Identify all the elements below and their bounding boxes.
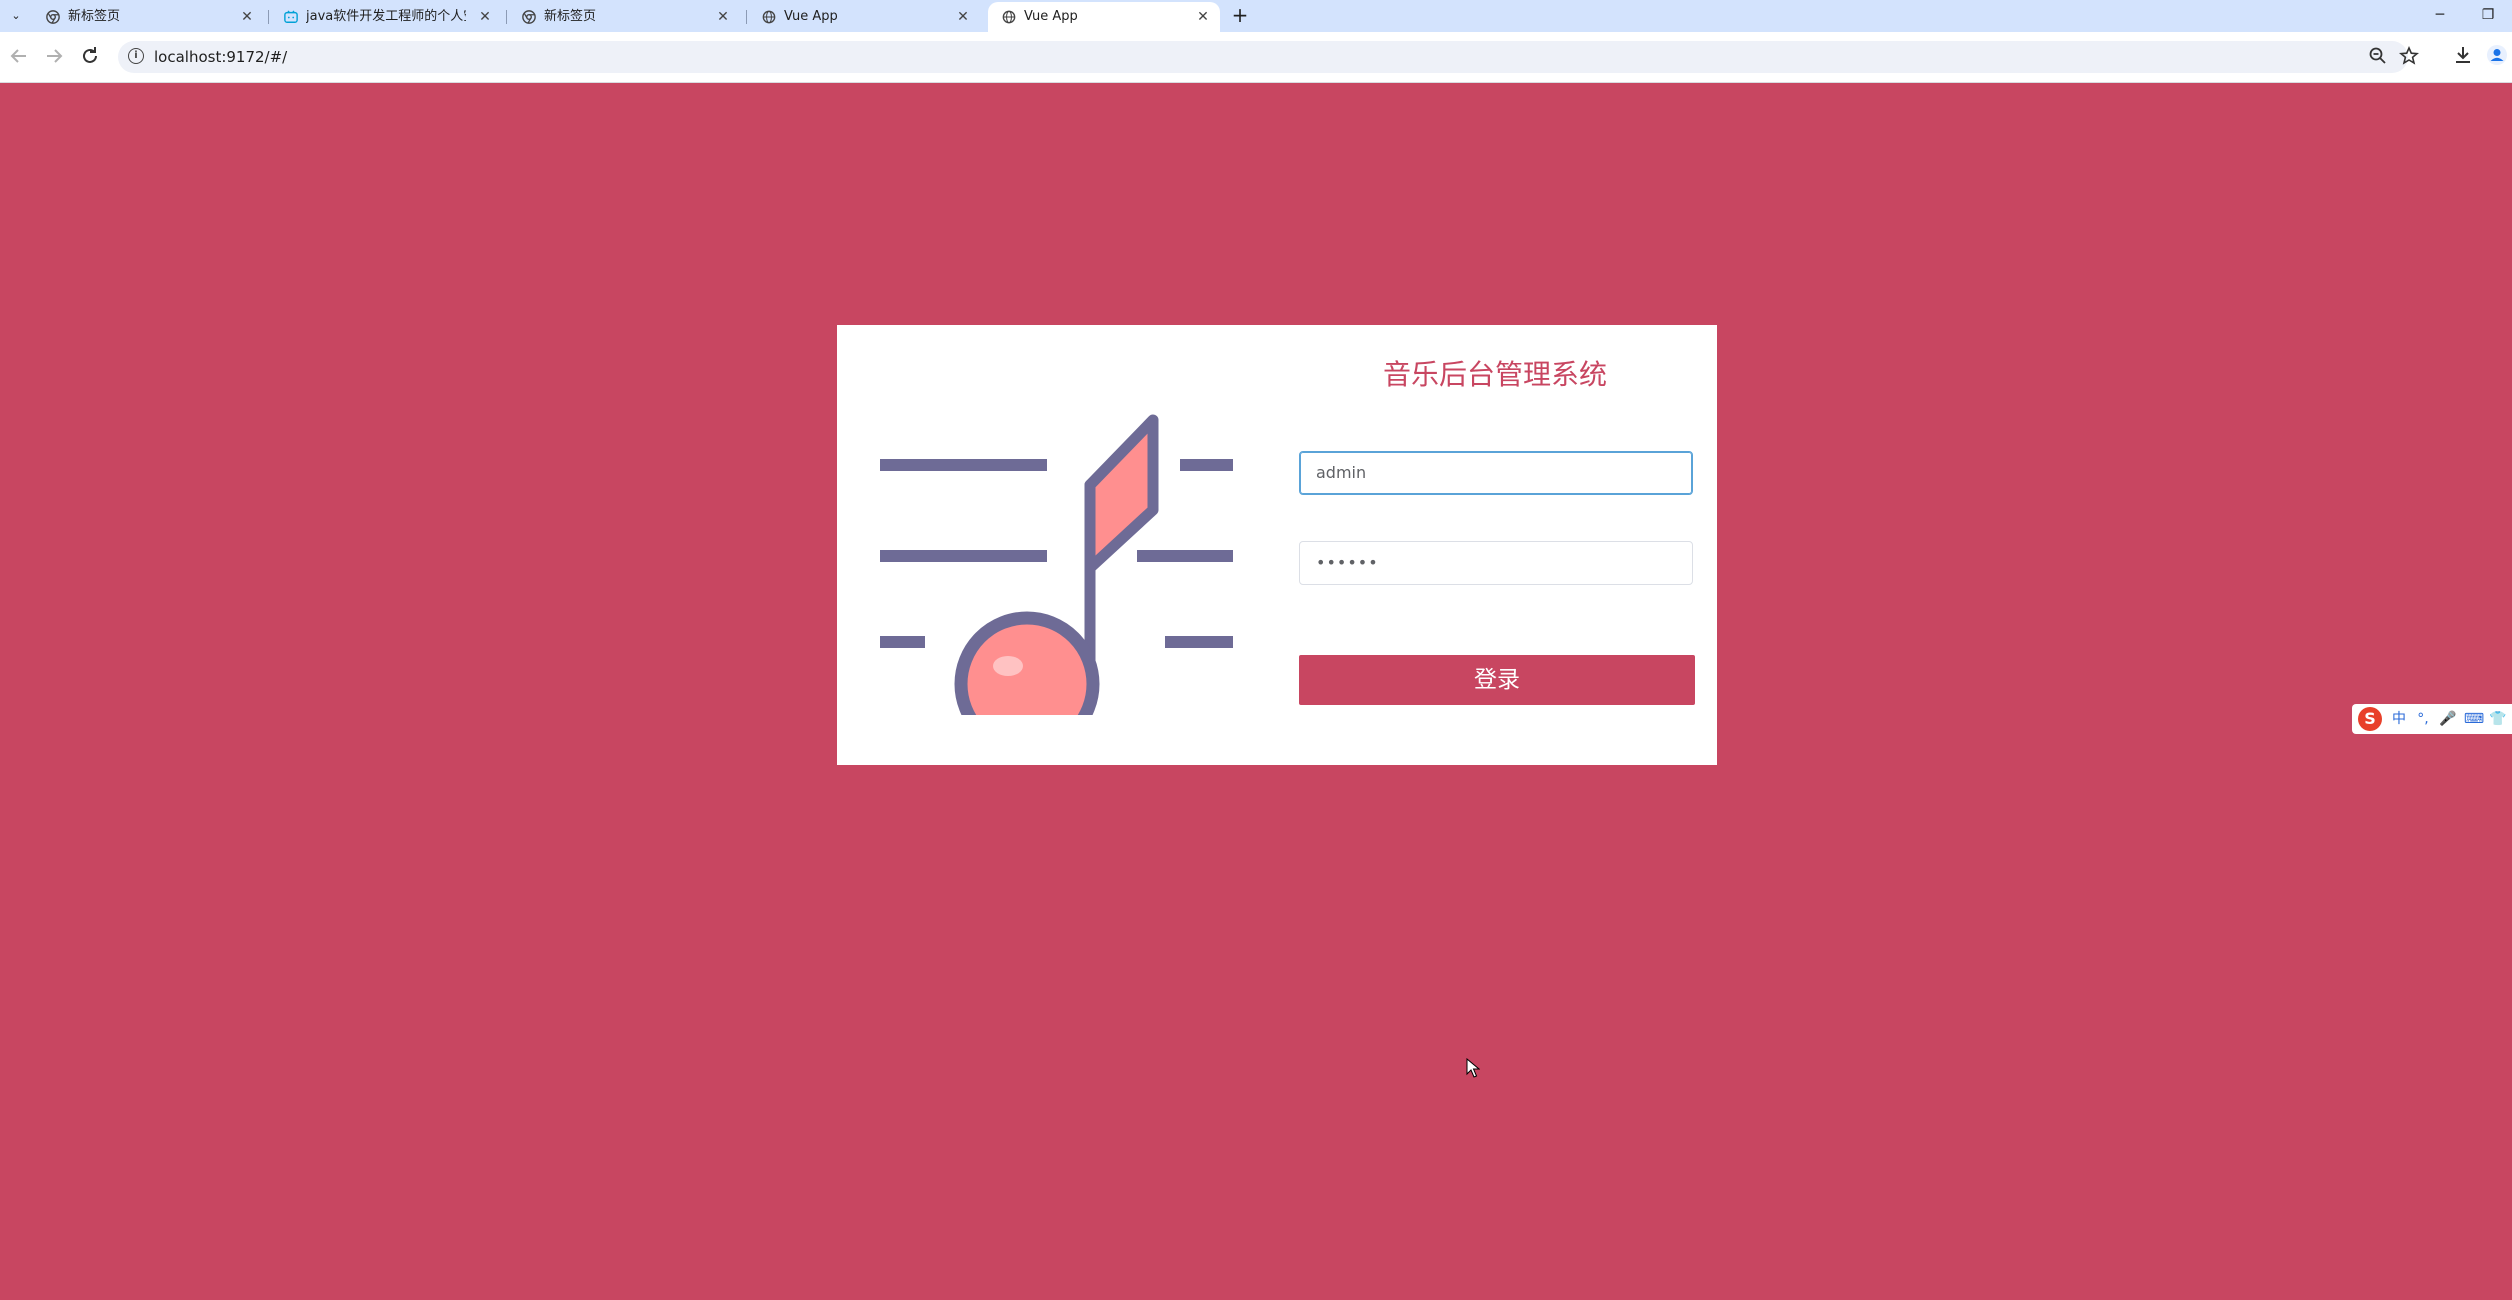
page-title: 音乐后台管理系统 bbox=[1382, 358, 1607, 391]
tab-separator bbox=[746, 10, 747, 24]
tab-1[interactable]: 新标签页 ✕ bbox=[32, 2, 264, 32]
login-button[interactable]: 登录 bbox=[1299, 655, 1695, 705]
close-tab-icon[interactable]: ✕ bbox=[714, 8, 732, 26]
login-card: 音乐后台管理系统 admin •••••• 登录 bbox=[837, 325, 1717, 765]
close-tab-icon[interactable]: ✕ bbox=[476, 8, 494, 26]
bilibili-icon bbox=[284, 10, 298, 23]
ime-punctuation-icon[interactable]: °, bbox=[2412, 708, 2434, 730]
password-input[interactable]: •••••• bbox=[1299, 541, 1693, 585]
tab-4[interactable]: Vue App ✕ bbox=[748, 2, 980, 32]
url-text[interactable]: localhost:9172/#/ bbox=[154, 47, 287, 67]
tab-search-button[interactable]: ⌄ bbox=[6, 7, 26, 25]
close-tab-icon[interactable]: ✕ bbox=[1194, 8, 1212, 26]
tab-title: java软件开发工程师的个人空间 bbox=[306, 9, 466, 24]
bookmark-star-icon[interactable] bbox=[2398, 46, 2420, 68]
sogou-logo-icon[interactable]: S bbox=[2358, 707, 2382, 731]
download-icon[interactable] bbox=[2450, 44, 2476, 70]
username-input[interactable]: admin bbox=[1299, 451, 1693, 495]
ime-toolbar: S 中 °, 🎤 ⌨ 👕 bbox=[2352, 704, 2512, 734]
site-info-icon[interactable]: i bbox=[128, 48, 144, 64]
music-note-logo-icon bbox=[880, 414, 1233, 715]
close-tab-icon[interactable]: ✕ bbox=[954, 8, 972, 26]
tab-title: 新标签页 bbox=[544, 9, 597, 24]
tab-title: Vue App bbox=[1024, 9, 1078, 24]
ime-mode-toggle[interactable]: 中 bbox=[2388, 708, 2410, 730]
profile-avatar-icon[interactable] bbox=[2484, 44, 2510, 70]
zoom-icon[interactable] bbox=[2367, 46, 2389, 68]
address-bar[interactable]: i localhost:9172/#/ bbox=[118, 41, 2420, 73]
ime-voice-icon[interactable]: 🎤 bbox=[2436, 708, 2460, 730]
forward-button[interactable] bbox=[42, 44, 66, 68]
chrome-icon bbox=[522, 10, 536, 24]
arrow-right-icon bbox=[47, 49, 63, 63]
reload-icon bbox=[83, 47, 97, 63]
tab-strip: ⌄ 新标签页 ✕ java软件开发工程师的个人空间 ✕ 新标签页 ✕ Vue A… bbox=[0, 0, 2512, 32]
tab-3[interactable]: 新标签页 ✕ bbox=[508, 2, 740, 32]
back-button[interactable] bbox=[7, 44, 31, 68]
restore-button[interactable]: ❐ bbox=[2474, 4, 2502, 26]
ime-keyboard-icon[interactable]: ⌨ bbox=[2462, 708, 2486, 730]
tab-5-active[interactable]: Vue App ✕ bbox=[988, 2, 1220, 32]
tab-separator bbox=[268, 10, 269, 24]
tab-separator bbox=[506, 10, 507, 24]
close-tab-icon[interactable]: ✕ bbox=[238, 8, 256, 26]
new-tab-button[interactable]: + bbox=[1230, 5, 1250, 26]
arrow-left-icon bbox=[10, 49, 26, 63]
reload-button[interactable] bbox=[78, 44, 102, 68]
mouse-cursor-icon bbox=[1466, 1058, 1480, 1078]
tab-2[interactable]: java软件开发工程师的个人空间 ✕ bbox=[270, 2, 502, 32]
globe-icon bbox=[1002, 10, 1016, 24]
ime-skin-icon[interactable]: 👕 bbox=[2486, 708, 2510, 730]
chrome-icon bbox=[46, 10, 60, 24]
globe-icon bbox=[762, 10, 776, 24]
tab-title: 新标签页 bbox=[68, 9, 121, 24]
minimize-button[interactable]: ─ bbox=[2426, 4, 2454, 26]
tab-title: Vue App bbox=[784, 9, 838, 24]
browser-toolbar: i localhost:9172/#/ bbox=[0, 32, 2512, 83]
